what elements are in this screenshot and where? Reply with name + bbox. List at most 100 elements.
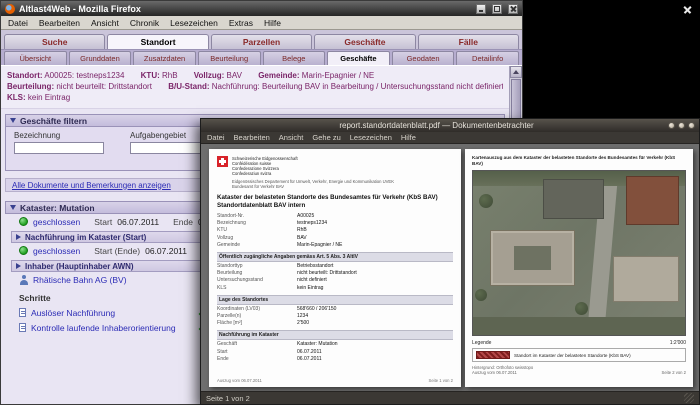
title-line: Kataster der belasteten Standorte des Bu… bbox=[217, 194, 438, 201]
tab-suche[interactable]: Suche bbox=[4, 34, 106, 49]
maximize-button[interactable] bbox=[678, 122, 685, 129]
footer-date: Auszug vom 06.07.2011 bbox=[217, 378, 262, 383]
swiss-federal-header: Schweizerische Eidgenossenschaft Confédé… bbox=[217, 156, 453, 189]
menu-datei[interactable]: Datei bbox=[207, 133, 225, 142]
maximize-button[interactable] bbox=[492, 3, 502, 14]
logo-text-block: Schweizerische Eidgenossenschaft Confédé… bbox=[232, 156, 394, 189]
step-row: Kontrolle laufende Inhaberorientierung bbox=[1, 320, 207, 335]
footer-page-number: Seite 2 von 2 bbox=[661, 370, 686, 375]
subtab-beurteilung[interactable]: Beurteilung bbox=[197, 51, 261, 65]
aerial-photo bbox=[472, 170, 686, 336]
menu-gehe-zu[interactable]: Gehe zu bbox=[312, 133, 340, 142]
subtab-detailinfo[interactable]: Detailinfo bbox=[456, 51, 519, 65]
kataster-title: Kataster: Mutation bbox=[20, 202, 95, 213]
data-row: Ende 06.07.2011 bbox=[217, 355, 322, 362]
menu-lesezeichen[interactable]: Lesezeichen bbox=[350, 133, 392, 142]
standort-label: Standort: bbox=[7, 71, 43, 80]
section-header: Nachführung im Kataster bbox=[217, 330, 453, 341]
firefox-titlebar[interactable]: Altlast4Web - Mozilla Firefox bbox=[1, 1, 522, 16]
section-header: Öffentlich zugängliche Angaben gemäss Ar… bbox=[217, 252, 453, 263]
standort-header: Standort: A00025: testneps1234 KTU: RhB … bbox=[1, 66, 509, 109]
photo-tree bbox=[479, 193, 494, 208]
subtab-belege[interactable]: Belege bbox=[262, 51, 326, 65]
status-link[interactable]: geschlossen bbox=[33, 217, 80, 227]
subtab-geschaefte[interactable]: Geschäfte bbox=[327, 51, 390, 65]
data-row: Standort-Nr. A00025 bbox=[217, 213, 315, 219]
photo-building bbox=[489, 230, 575, 286]
owner-link[interactable]: Rhätische Bahn AG (BV) bbox=[33, 275, 127, 285]
menu-hilfe[interactable]: Hilfe bbox=[401, 133, 416, 142]
footer-source: Hintergrund: Orthofoto swisstopo Auszug … bbox=[472, 365, 533, 375]
bezeichnung-input[interactable] bbox=[14, 142, 104, 154]
menu-ansicht[interactable]: Ansicht bbox=[279, 133, 304, 142]
tab-standort[interactable]: Standort bbox=[107, 34, 209, 49]
bu-stand-label: B/U-Stand: bbox=[168, 82, 210, 91]
data-row: Gemeinde Marin-Epagnier / NE bbox=[217, 241, 343, 248]
pdf-titlebar[interactable]: report.standortdatenblatt.pdf — Dokument… bbox=[201, 119, 699, 132]
section-header: Lage des Standortes bbox=[217, 294, 453, 305]
page-indicator[interactable]: Seite 1 von 2 bbox=[206, 394, 250, 403]
beurteilung-label: Beurteilung: bbox=[7, 82, 55, 91]
step-link[interactable]: Auslöser Nachführung bbox=[31, 308, 188, 318]
firefox-menubar: Datei Bearbeiten Ansicht Chronik Lesezei… bbox=[1, 16, 522, 30]
legend-box: Standort im Kataster der belasteten Stan… bbox=[472, 348, 686, 362]
standort-value: A00025: testneps1234 bbox=[44, 71, 125, 80]
menu-hilfe[interactable]: Hilfe bbox=[264, 18, 281, 28]
pdf-viewer-window: report.standortdatenblatt.pdf — Dokument… bbox=[200, 118, 700, 405]
tab-faelle[interactable]: Fälle bbox=[417, 34, 520, 49]
menu-ansicht[interactable]: Ansicht bbox=[91, 18, 119, 28]
close-button[interactable] bbox=[688, 122, 695, 129]
minimize-button[interactable] bbox=[668, 122, 675, 129]
menu-extras[interactable]: Extras bbox=[229, 18, 253, 28]
bezeichnung-field: Bezeichnung bbox=[14, 131, 104, 166]
menu-lesezeichen[interactable]: Lesezeichen bbox=[170, 18, 218, 28]
subtab-zusatzdaten[interactable]: Zusatzdaten bbox=[133, 51, 196, 65]
pdf-page-2: Kartenauszug aus dem Kataster der belast… bbox=[465, 149, 693, 387]
kbs-site-swatch bbox=[476, 351, 510, 359]
document-icon bbox=[19, 323, 26, 332]
angaben-rows: Standorttyp Betriebsstandort Beurteilung n… bbox=[217, 263, 453, 292]
desktop: Altlast4Web - Mozilla Firefox Datei Bear… bbox=[0, 0, 700, 405]
show-all-docs-link[interactable]: Alle Dokumente und Bemerkungen anzeigen bbox=[12, 181, 171, 190]
subtab-geodaten[interactable]: Geodaten bbox=[391, 51, 455, 65]
tab-parzellen[interactable]: Parzellen bbox=[210, 34, 313, 49]
inhaber-title: Inhaber (Hauptinhaber AWN) bbox=[25, 261, 134, 271]
standort-header-line2: Beurteilung: nicht beurteilt: Drittstand… bbox=[7, 81, 503, 92]
page2-footer: Hintergrund: Orthofoto swisstopo Auszug … bbox=[472, 365, 686, 375]
status-link[interactable]: geschlossen bbox=[33, 246, 80, 256]
pdf-statusbar: Seite 1 von 2 bbox=[201, 391, 699, 404]
menu-datei[interactable]: Datei bbox=[8, 18, 28, 28]
minimize-button[interactable] bbox=[476, 3, 486, 14]
kls-value: kein Eintrag bbox=[27, 93, 71, 102]
menu-bearbeiten[interactable]: Bearbeiten bbox=[234, 133, 270, 142]
gemeinde-value: Marin-Epagnier / NE bbox=[301, 71, 375, 80]
standort-header-line1: Standort: A00025: testneps1234 KTU: RhB … bbox=[7, 70, 503, 81]
pdf-document-area[interactable]: Schweizerische Eidgenossenschaft Confédé… bbox=[201, 144, 699, 391]
ktu-value: RhB bbox=[162, 71, 178, 80]
page1-footer: Auszug vom 06.07.2011 Seite 1 von 2 bbox=[217, 378, 453, 383]
photo-building bbox=[542, 179, 605, 219]
expand-icon bbox=[16, 263, 21, 269]
department-lines: Eidgenössisches Departement für Umwelt, … bbox=[232, 179, 394, 189]
tab-geschaefte[interactable]: Geschäfte bbox=[314, 34, 416, 49]
menu-chronik[interactable]: Chronik bbox=[130, 18, 159, 28]
document-icon bbox=[19, 308, 26, 317]
collapse-icon bbox=[10, 118, 16, 123]
start-ende-label: Start (Ende) bbox=[94, 245, 141, 256]
subtab-grunddaten[interactable]: Grunddaten bbox=[68, 51, 132, 65]
desktop-close-icon[interactable] bbox=[683, 5, 692, 14]
scroll-up-button[interactable] bbox=[510, 66, 522, 78]
resize-grip[interactable] bbox=[684, 393, 694, 403]
footer-line: Auszug vom 06.07.2011 bbox=[472, 370, 517, 375]
close-button[interactable] bbox=[508, 3, 518, 14]
step-link[interactable]: Kontrolle laufende Inhaberorientierung bbox=[31, 323, 188, 333]
person-icon bbox=[19, 274, 28, 285]
gemeinde-label: Gemeinde: bbox=[258, 71, 300, 80]
data-row: KLS kein Eintrag bbox=[217, 284, 324, 291]
menu-bearbeiten[interactable]: Bearbeiten bbox=[39, 18, 80, 28]
status-green-icon bbox=[19, 217, 28, 226]
subtab-uebersicht[interactable]: Übersicht bbox=[4, 51, 67, 65]
data-row: Beurteilung nicht beurteilt: Drittstandor… bbox=[217, 270, 357, 277]
main-tab-bar: Suche Standort Parzellen Geschäfte Fälle bbox=[1, 30, 522, 49]
photo-tree bbox=[574, 302, 588, 316]
